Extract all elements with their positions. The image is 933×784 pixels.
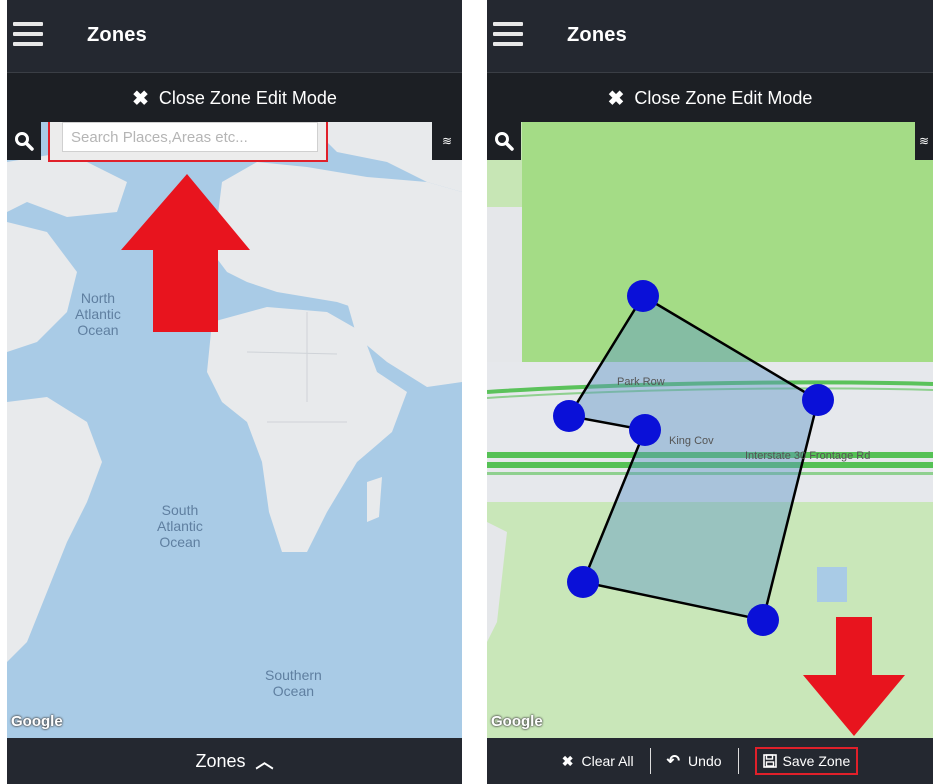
undo-button[interactable]: ↶ Undo (667, 751, 722, 771)
map-zone-layer (487, 122, 933, 738)
app-header: Zones (7, 0, 462, 72)
ocean-label: North Atlantic Ocean (75, 290, 121, 338)
ocean-label: Southern Ocean (265, 667, 322, 699)
clear-all-label: Clear All (581, 753, 634, 769)
undo-icon: ↶ (666, 753, 681, 770)
chevron-up-icon: ︿ (255, 752, 274, 772)
divider (649, 748, 651, 774)
close-edit-mode-button[interactable]: ✖ Close Zone Edit Mode (7, 72, 462, 123)
right-screen: Zones ✖ Close Zone Edit Mode Park Row Ki… (487, 0, 933, 784)
save-zone-label: Save Zone (782, 753, 851, 769)
close-x-icon: ✖ (561, 752, 574, 769)
search-icon (15, 132, 34, 151)
search-button[interactable] (487, 122, 521, 160)
ocean-label: South Atlantic Ocean (157, 502, 203, 550)
layers-button[interactable]: ≋ (432, 122, 462, 160)
layers-icon: ≋ (441, 134, 453, 148)
menu-icon[interactable] (493, 22, 523, 46)
floppy-disk-icon (762, 754, 777, 768)
close-x-icon: ✖ (607, 87, 625, 110)
save-zone-button[interactable]: Save Zone (754, 747, 859, 775)
search-highlight-box (48, 122, 328, 162)
app-header: Zones (487, 0, 933, 72)
search-icon (495, 132, 514, 151)
road-label: Interstate 30 Frontage Rd (745, 450, 871, 462)
clear-all-button[interactable]: ✖ Clear All (562, 753, 634, 770)
zone-edit-toolbar: ✖ Clear All ↶ Undo Save Zone (487, 738, 933, 784)
road-label: Park Row (617, 376, 665, 388)
undo-label: Undo (688, 753, 722, 769)
menu-icon[interactable] (13, 22, 43, 46)
google-logo: Google (491, 713, 543, 730)
close-edit-mode-label: Close Zone Edit Mode (634, 87, 813, 108)
zone-map[interactable]: Park Row King Cov Interstate 30 Frontage… (487, 122, 933, 738)
search-button[interactable] (7, 122, 41, 160)
close-x-icon: ✖ (132, 87, 149, 110)
page-title: Zones (567, 24, 627, 46)
map-land-layer (7, 122, 462, 662)
close-edit-mode-label: Close Zone Edit Mode (158, 87, 337, 108)
layers-icon: ≋ (918, 134, 930, 148)
close-edit-mode-button[interactable]: ✖ Close Zone Edit Mode (487, 72, 933, 123)
page-title: Zones (87, 24, 147, 46)
google-logo: Google (11, 713, 63, 730)
left-screen: Zones ✖ Close Zone Edit Mode Search Plac… (7, 0, 462, 784)
divider (737, 748, 739, 774)
zones-toggle-button[interactable]: Zones ︿ (7, 738, 462, 784)
search-input[interactable] (62, 122, 318, 152)
zones-label: Zones (195, 750, 246, 771)
world-map[interactable]: ≋ North Atlantic Ocean South Atlantic Oc… (7, 122, 462, 738)
layers-button[interactable]: ≋ (915, 122, 933, 160)
road-label: King Cov (669, 435, 714, 447)
